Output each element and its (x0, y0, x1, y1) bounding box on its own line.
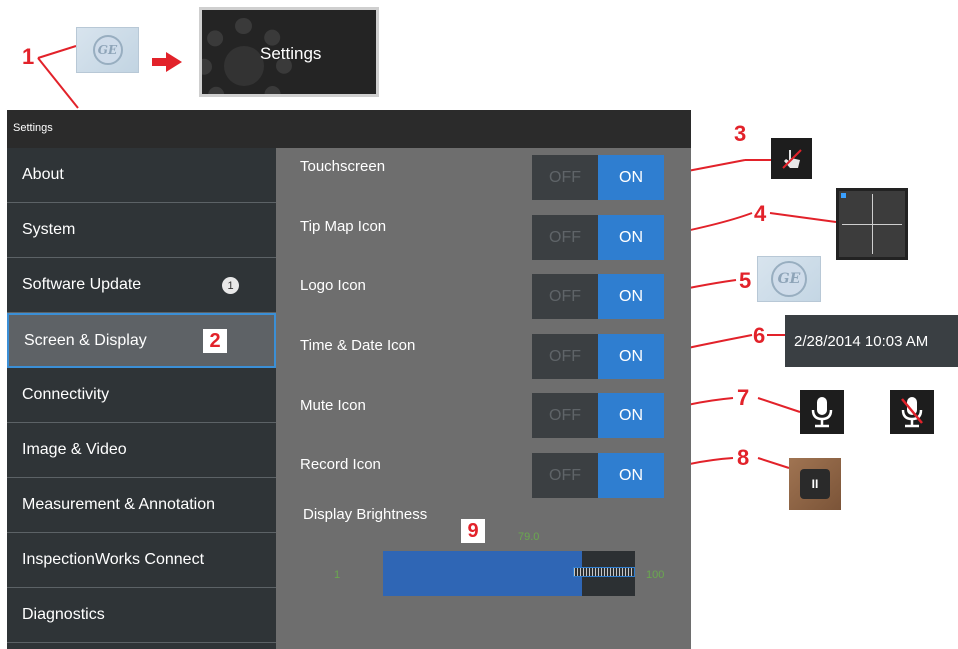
settings-button-illustration: Settings (199, 7, 379, 97)
ge-logo-icon: GE (92, 35, 123, 65)
logo-icon-preview: GE (757, 256, 821, 302)
sidebar-item-label: Software Update (22, 276, 142, 293)
settings-banner-label: Settings (260, 44, 322, 63)
mute-icon-toggle[interactable]: OFF ON (532, 393, 664, 438)
pause-icon: II (800, 469, 830, 499)
logo-icon-label: Logo Icon (300, 277, 366, 294)
settings-window: Settings About System Software Update 1 … (7, 110, 691, 649)
toggle-off-option[interactable]: OFF (532, 215, 598, 260)
sidebar-item-diagnostics[interactable]: Diagnostics (7, 588, 276, 643)
sidebar-item-label: Measurement & Annotation (22, 496, 216, 513)
toggle-off-option[interactable]: OFF (532, 393, 598, 438)
touchscreen-disabled-icon (771, 138, 812, 179)
record-icon-label: Record Icon (300, 456, 381, 473)
title-bar: Settings (7, 110, 691, 148)
logo-thumbnail: GE (76, 27, 139, 73)
callout-3: 3 (734, 121, 747, 146)
callout-8: 8 (737, 445, 750, 470)
callout-1: 1 (22, 44, 35, 69)
record-icon-toggle[interactable]: OFF ON (532, 453, 664, 498)
screen-display-panel: Touchscreen OFF ON Tip Map Icon OFF ON L… (276, 148, 691, 649)
microphone-icon (800, 390, 844, 434)
sidebar-item-screen-display[interactable]: Screen & Display 2 (7, 313, 276, 368)
toggle-on-option[interactable]: ON (598, 215, 664, 260)
record-pause-icon: II (789, 458, 841, 510)
toggle-on-option[interactable]: ON (598, 274, 664, 319)
touchscreen-label: Touchscreen (300, 158, 386, 175)
sidebar-item-label: Connectivity (22, 386, 110, 403)
tip-map-icon-toggle[interactable]: OFF ON (532, 215, 664, 260)
time-date-icon-label: Time & Date Icon (300, 337, 416, 354)
sidebar-item-connectivity[interactable]: Connectivity (7, 368, 276, 423)
brightness-slider-handle[interactable] (573, 567, 635, 577)
window-title: Settings (13, 122, 53, 134)
sidebar-item-inspectionworks-connect[interactable]: InspectionWorks Connect (7, 533, 276, 588)
sidebar-item-label: System (22, 221, 76, 238)
brightness-slider[interactable] (383, 551, 635, 596)
time-date-display: 2/28/2014 10:03 AM (785, 315, 958, 367)
brightness-min: 1 (334, 569, 341, 581)
callout-2: 2 (203, 329, 227, 353)
display-brightness-label: Display Brightness (303, 506, 428, 523)
tip-map-icon (836, 188, 908, 260)
sidebar-item-label: Image & Video (22, 441, 127, 458)
ge-logo-icon: GE (771, 261, 807, 297)
microphone-muted-icon (890, 390, 934, 434)
toggle-off-option[interactable]: OFF (532, 274, 598, 319)
touchscreen-toggle[interactable]: OFF ON (532, 155, 664, 200)
settings-sidebar: About System Software Update 1 Screen & … (7, 148, 276, 649)
sidebar-item-image-video[interactable]: Image & Video (7, 423, 276, 478)
sidebar-item-about[interactable]: About (7, 148, 276, 203)
toggle-on-option[interactable]: ON (598, 155, 664, 200)
toggle-on-option[interactable]: ON (598, 453, 664, 498)
toggle-on-option[interactable]: ON (598, 393, 664, 438)
sidebar-item-software-update[interactable]: Software Update 1 (7, 258, 276, 313)
tip-map-icon-label: Tip Map Icon (300, 218, 387, 235)
brightness-max: 100 (646, 569, 665, 581)
toggle-off-option[interactable]: OFF (532, 155, 598, 200)
time-date-icon-toggle[interactable]: OFF ON (532, 334, 664, 379)
toggle-on-option[interactable]: ON (598, 334, 664, 379)
sidebar-item-label: Diagnostics (22, 606, 105, 623)
callout-6: 6 (753, 323, 766, 348)
sidebar-item-label: About (22, 166, 64, 183)
callout-5: 5 (739, 268, 752, 293)
sidebar-item-label: InspectionWorks Connect (22, 551, 205, 568)
sidebar-item-measurement-annotation[interactable]: Measurement & Annotation (7, 478, 276, 533)
update-count-badge: 1 (222, 277, 239, 294)
callout-4: 4 (754, 201, 767, 226)
callout-7: 7 (737, 385, 750, 410)
toggle-off-option[interactable]: OFF (532, 334, 598, 379)
toggle-off-option[interactable]: OFF (532, 453, 598, 498)
sidebar-item-system[interactable]: System (7, 203, 276, 258)
logo-icon-toggle[interactable]: OFF ON (532, 274, 664, 319)
mute-icon-label: Mute Icon (300, 397, 366, 414)
brightness-value: 79.0 (518, 531, 540, 543)
sidebar-item-label: Screen & Display (24, 331, 147, 349)
brightness-slider-fill (383, 551, 582, 596)
callout-9: 9 (461, 519, 485, 543)
